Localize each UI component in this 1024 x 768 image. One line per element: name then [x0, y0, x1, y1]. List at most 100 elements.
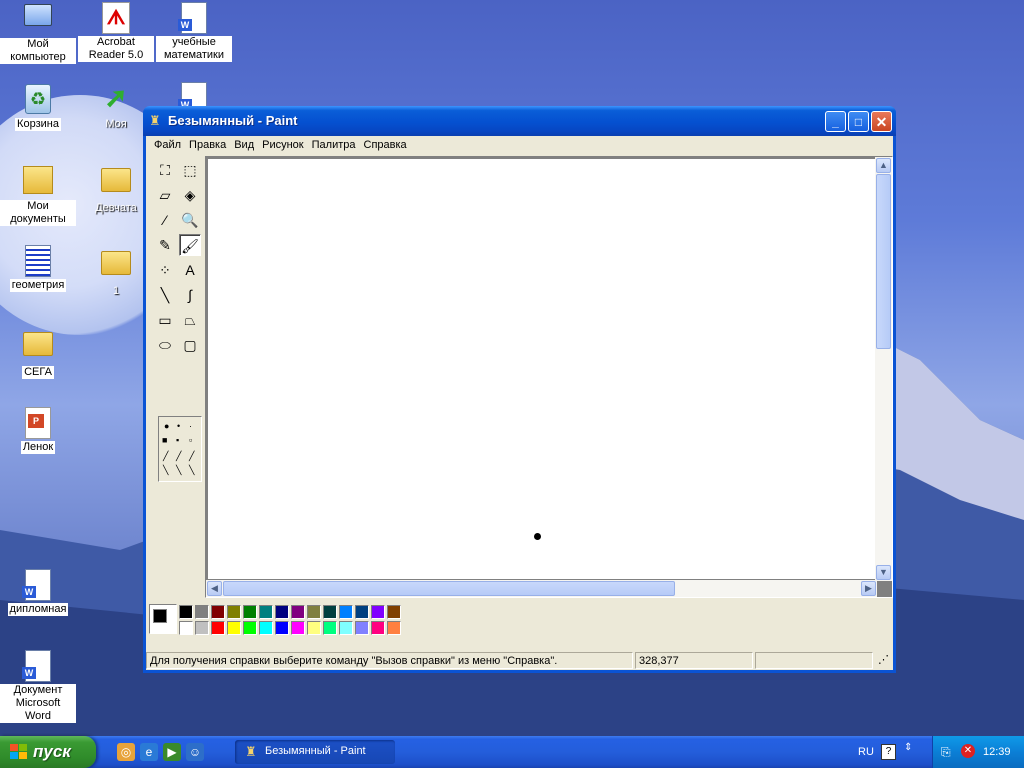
help-icon[interactable]: ? [881, 744, 896, 760]
desktop-icon-word-document[interactable]: W Документ Microsoft Word [0, 650, 76, 723]
select-icon[interactable]: ⬚ [179, 159, 201, 181]
taskbar-item-paint[interactable]: ♜ Безымянный - Paint [235, 740, 395, 764]
palette-swatch[interactable] [355, 621, 369, 635]
brush-icon[interactable]: 🖌 [179, 234, 201, 256]
palette-swatch[interactable] [243, 621, 257, 635]
powerpoint-icon: P [22, 407, 54, 439]
curve-icon[interactable]: ∫ [179, 284, 201, 306]
palette-swatch[interactable] [275, 621, 289, 635]
scroll-down-arrow-icon[interactable]: ▼ [876, 565, 891, 580]
horizontal-scroll-thumb[interactable] [223, 581, 675, 596]
palette-swatch[interactable] [227, 605, 241, 619]
palette-swatch[interactable] [179, 621, 193, 635]
security-shield-icon[interactable]: ✕ [961, 744, 975, 758]
menu-image[interactable]: Рисунок [258, 136, 308, 154]
palette-swatch[interactable] [259, 605, 273, 619]
palette-swatch[interactable] [323, 621, 337, 635]
airbrush-icon[interactable]: ⁘ [154, 259, 176, 281]
palette-swatch[interactable] [371, 605, 385, 619]
rounded-rectangle-icon[interactable]: ▢ [179, 334, 201, 356]
close-button[interactable]: ✕ [871, 111, 892, 132]
magnifier-icon[interactable]: 🔍 [179, 209, 201, 231]
language-indicator[interactable]: RU [858, 746, 874, 758]
palette-swatch[interactable] [195, 605, 209, 619]
rectangle-icon[interactable]: ▭ [154, 309, 176, 331]
menu-file[interactable]: Файл [150, 136, 185, 154]
drawing-canvas[interactable] [208, 159, 876, 579]
palette-swatch[interactable] [259, 621, 273, 635]
desktop-icon-uchebnye[interactable]: W учебные математики [156, 2, 232, 62]
palette-swatch[interactable] [291, 621, 305, 635]
status-help-text: Для получения справки выберите команду "… [146, 652, 633, 669]
minimize-button[interactable]: _ [825, 111, 846, 132]
palette-swatch[interactable] [275, 605, 289, 619]
line-icon[interactable]: ╲ [154, 284, 176, 306]
ellipse-icon[interactable]: ⬭ [154, 334, 176, 356]
folder-icon [22, 332, 54, 364]
start-button[interactable]: пуск [0, 736, 96, 768]
palette-swatch[interactable] [355, 605, 369, 619]
desktop-icon-my-computer[interactable]: Мой компьютер [0, 2, 76, 64]
title-bar[interactable]: ♜ Безымянный - Paint _ □ ✕ [143, 106, 896, 136]
desktop-icon-geometriya[interactable]: геометрия [0, 245, 76, 292]
desktop-icon-recycle-bin[interactable]: ♻ Корзина [0, 82, 76, 131]
show-desktop-icon[interactable]: ◎ [117, 743, 135, 761]
painted-dot [534, 533, 541, 540]
palette-swatch[interactable] [387, 605, 401, 619]
tool-options[interactable]: ● • · ■ ▪ ▫ ╱ ╱ ╱ ╲ ╲ ╲ [158, 416, 202, 482]
menu-edit[interactable]: Правка [185, 136, 230, 154]
palette-swatch[interactable] [211, 605, 225, 619]
foreground-color [153, 609, 167, 623]
desktop-icon-label: Мои документы [0, 200, 76, 226]
palette-swatch[interactable] [179, 605, 193, 619]
status-coordinates: 328,377 [635, 652, 753, 669]
eraser-icon[interactable]: ▱ [154, 184, 176, 206]
maximize-button[interactable]: □ [848, 111, 869, 132]
palette-swatch[interactable] [195, 621, 209, 635]
palette-swatch[interactable] [211, 621, 225, 635]
palette-swatch[interactable] [339, 605, 353, 619]
resize-grip-icon[interactable]: ⋰ [875, 652, 893, 669]
desktop-icon-lenok[interactable]: P Ленок [0, 407, 76, 454]
desktop-icon-acrobat[interactable]: ᗑ Acrobat Reader 5.0 [78, 2, 154, 62]
language-options-icon[interactable]: ⇕ [904, 742, 912, 753]
network-icon[interactable]: ⎘ [941, 745, 951, 760]
messenger-icon[interactable]: ☺ [186, 743, 204, 761]
status-bar: Для получения справки выберите команду "… [146, 651, 893, 671]
palette-swatch[interactable] [243, 605, 257, 619]
desktop-icon-diplomnaya[interactable]: W дипломная [0, 569, 76, 616]
menu-view[interactable]: Вид [230, 136, 258, 154]
menu-help[interactable]: Справка [360, 136, 411, 154]
desktop-icon-label: СЕГА [22, 366, 54, 379]
scroll-up-arrow-icon[interactable]: ▲ [876, 158, 891, 173]
media-player-icon[interactable]: ▶ [163, 743, 181, 761]
palette-swatch[interactable] [387, 621, 401, 635]
pick-color-icon[interactable]: ⁄ [154, 209, 176, 231]
clock: 12:39 [983, 746, 1011, 758]
scroll-right-arrow-icon[interactable]: ▶ [861, 581, 876, 596]
desktop-icon-sega[interactable]: СЕГА [0, 326, 76, 379]
scroll-left-arrow-icon[interactable]: ◀ [207, 581, 222, 596]
polygon-icon[interactable]: ⏢ [179, 309, 201, 331]
desktop-icon-my-documents[interactable]: Мои документы [0, 162, 76, 226]
palette-swatch[interactable] [371, 621, 385, 635]
palette-swatch[interactable] [227, 621, 241, 635]
palette-swatch[interactable] [307, 605, 321, 619]
paint-window: ♜ Безымянный - Paint _ □ ✕ Файл Правка Вид… [143, 106, 896, 673]
menu-colors[interactable]: Палитра [308, 136, 360, 154]
free-form-select-icon[interactable]: ⛶ [154, 159, 176, 181]
internet-explorer-icon[interactable]: e [140, 743, 158, 761]
document-icon [22, 245, 54, 277]
palette-swatch[interactable] [291, 605, 305, 619]
horizontal-scrollbar[interactable]: ◀ ▶ [206, 580, 877, 597]
fill-bucket-icon[interactable]: ◈ [179, 184, 201, 206]
pencil-icon[interactable]: ✎ [154, 234, 176, 256]
text-icon[interactable]: A [179, 259, 201, 281]
vertical-scroll-thumb[interactable] [876, 174, 891, 349]
desktop-icon-label: 1 [112, 285, 120, 297]
vertical-scrollbar[interactable]: ▲ ▼ [875, 157, 892, 581]
palette-swatch[interactable] [323, 605, 337, 619]
desktop-icon-label: дипломная [7, 603, 69, 616]
palette-swatch[interactable] [307, 621, 321, 635]
palette-swatch[interactable] [339, 621, 353, 635]
